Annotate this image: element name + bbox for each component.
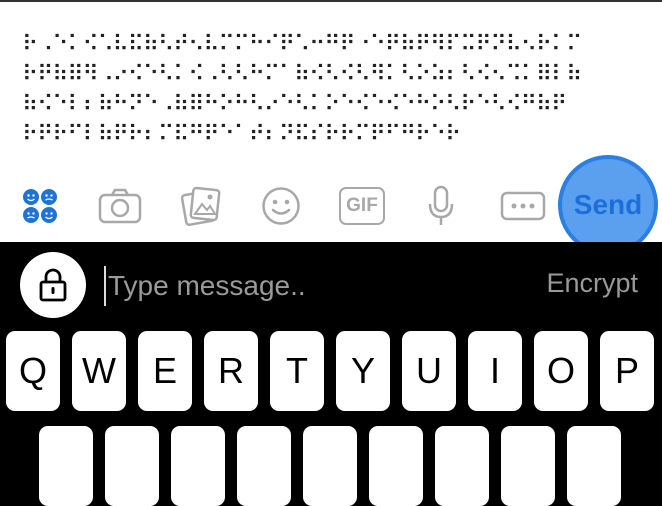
lock-icon [39, 268, 67, 302]
text-caret [104, 266, 106, 306]
key-row2[interactable] [171, 426, 225, 506]
encrypt-lock-button[interactable] [20, 252, 86, 318]
key-row2[interactable] [435, 426, 489, 506]
key-u[interactable]: U [402, 331, 456, 411]
smiley-icon[interactable] [261, 186, 301, 226]
key-row2[interactable] [369, 426, 423, 506]
key-row2[interactable] [105, 426, 159, 506]
key-p[interactable]: P [600, 331, 654, 411]
cipher-line: ⠷⠪⠑⠇⠆⠷⠓⠝⠑⠠⠷⠿⠓⠕⠓⠣⠔⠑⠣⠅⠕⠑⠪⠑⠪⠑⠓⠕⠣⠗⠑⠣⠪⠛⠷⠟ [22, 92, 567, 117]
key-row2[interactable] [237, 426, 291, 506]
key-q[interactable]: Q [6, 331, 60, 411]
cipher-line: ⠗⠠⠑⠅⠪⠡⠧⠯⠷⠣⠞⠢⠧⠍⠍⠓⠊⠟⠡⠒⠛⠟⠐⠑⠟⠷⠟⠻⠏⠭⠟⠝⠧⠢⠗⠅⠍ [22, 32, 582, 57]
encrypted-message-text: ⠗⠠⠑⠅⠪⠡⠧⠯⠷⠣⠞⠢⠧⠍⠍⠓⠊⠟⠡⠒⠛⠟⠐⠑⠟⠷⠟⠻⠏⠭⠟⠝⠧⠢⠗⠅⠍ ⠗⠟… [22, 30, 642, 150]
encrypt-button[interactable]: Encrypt [546, 268, 638, 299]
key-row2[interactable] [501, 426, 555, 506]
key-row2[interactable] [567, 426, 621, 506]
cipher-line: ⠗⠟⠗⠋⠇⠷⠟⠗⠆⠍⠯⠛⠟⠑⠁⠞⠆⠝⠯⠎⠗⠗⠍⠟⠋⠛⠗⠑⠗ [22, 122, 461, 147]
cipher-line: ⠗⠟⠷⠿⠻⠠⠔⠪⠑⠣⠅⠪⠠⠣⠣⠓⠍⠁⠷⠪⠣⠪⠣⠻⠅⠣⠕⠵⠆⠣⠪⠢⠩⠅⠿⠇⠷ [22, 62, 582, 87]
key-o[interactable]: O [534, 331, 588, 411]
emoji-grid-icon[interactable] [20, 186, 60, 226]
send-label: Send [573, 189, 643, 220]
message-input[interactable] [108, 266, 508, 306]
key-i[interactable]: I [468, 331, 522, 411]
key-r[interactable]: R [204, 331, 258, 411]
key-w[interactable]: W [72, 331, 126, 411]
key-e[interactable]: E [138, 331, 192, 411]
key-t[interactable]: T [270, 331, 324, 411]
key-row2[interactable] [39, 426, 93, 506]
message-compose-area[interactable]: ⠗⠠⠑⠅⠪⠡⠧⠯⠷⠣⠞⠢⠧⠍⠍⠓⠊⠟⠡⠒⠛⠟⠐⠑⠟⠷⠟⠻⠏⠭⠟⠝⠧⠢⠗⠅⠍ ⠗⠟… [0, 0, 662, 255]
microphone-icon[interactable] [426, 185, 456, 227]
gif-label: GIF [346, 195, 378, 216]
keyboard: Q W E R T Y U I O P [0, 328, 662, 506]
photo-gallery-icon[interactable] [180, 185, 222, 227]
more-options-icon[interactable] [500, 191, 546, 221]
gif-button[interactable]: GIF [339, 187, 385, 225]
camera-icon[interactable] [98, 186, 142, 226]
key-row2[interactable] [303, 426, 357, 506]
send-button[interactable]: Send [558, 155, 658, 255]
key-y[interactable]: Y [336, 331, 390, 411]
